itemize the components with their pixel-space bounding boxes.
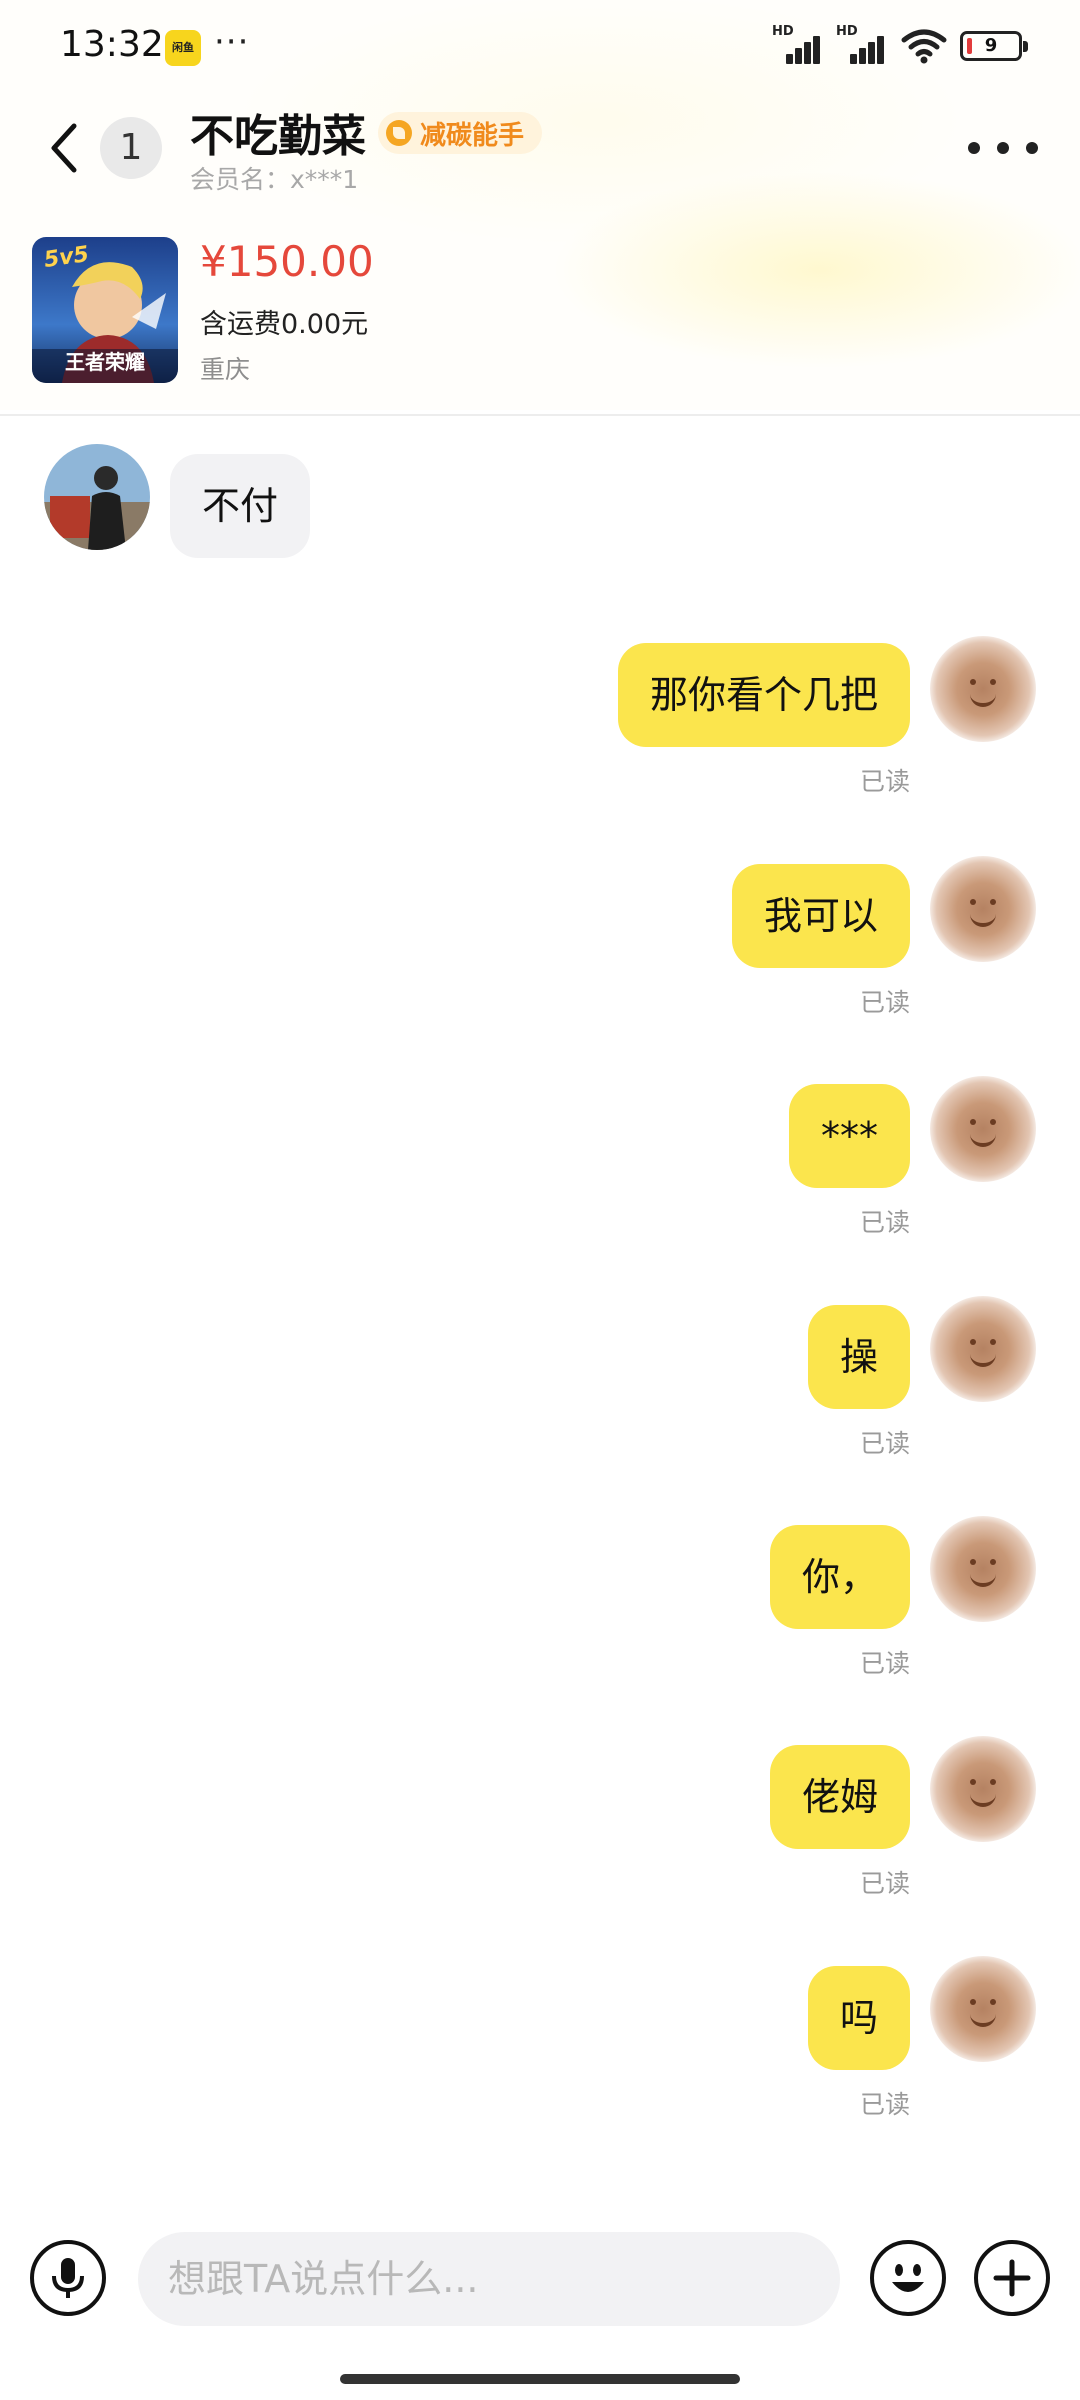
- unread-count-badge[interactable]: 1: [100, 117, 162, 179]
- avatar[interactable]: [930, 1956, 1036, 2062]
- low-carbon-badge[interactable]: 减碳能手: [378, 112, 543, 154]
- leaf-icon: [386, 120, 412, 146]
- chat-screen: 13:32 闲鱼 ··· HD HD 9 1 不吃勤菜 减碳能手 会员名：x**…: [0, 0, 1080, 2400]
- battery-icon: 9: [960, 31, 1028, 61]
- message-bubble[interactable]: 操: [807, 1305, 910, 1409]
- message-bubble[interactable]: 那你看个几把: [617, 643, 910, 747]
- message-bubble[interactable]: 吗: [807, 1966, 910, 2070]
- low-carbon-badge-label: 减碳能手: [420, 120, 525, 151]
- home-indicator[interactable]: [340, 2374, 740, 2384]
- plus-icon[interactable]: [974, 2240, 1050, 2316]
- status-right-group: HD HD 9: [772, 24, 1028, 64]
- message-bubble[interactable]: 我可以: [731, 864, 910, 968]
- read-status: 已读: [859, 1208, 910, 1237]
- avatar[interactable]: [930, 636, 1036, 742]
- signal-hd-label: HD: [836, 24, 858, 39]
- emoji-icon[interactable]: [870, 2240, 946, 2316]
- app-notification-icon: 闲鱼: [165, 30, 201, 66]
- status-more-indicator: ···: [214, 22, 250, 62]
- shipping-info: 含运费0.00元: [200, 309, 369, 340]
- read-status: 已读: [859, 988, 910, 1017]
- product-location: 重庆: [200, 355, 251, 384]
- divider: [0, 414, 1080, 416]
- read-status: 已读: [859, 1649, 910, 1678]
- avatar[interactable]: [930, 1736, 1036, 1842]
- chevron-left-icon[interactable]: [40, 118, 90, 178]
- avatar[interactable]: [930, 1296, 1036, 1402]
- more-dots-icon[interactable]: [968, 118, 1038, 178]
- message-bubble[interactable]: 佬姆: [769, 1745, 910, 1849]
- signal-icon: HD: [772, 24, 824, 64]
- read-status: 已读: [859, 767, 910, 796]
- message-bubble[interactable]: ***: [789, 1084, 910, 1188]
- message-bubble[interactable]: 你，: [769, 1525, 910, 1629]
- message-input[interactable]: [138, 2232, 840, 2326]
- game-title: 王者荣耀: [65, 350, 145, 374]
- read-status: 已读: [859, 1869, 910, 1898]
- product-thumbnail[interactable]: 5v5 王者荣耀: [32, 237, 178, 383]
- avatar[interactable]: [44, 444, 150, 550]
- message-bubble[interactable]: 不付: [170, 454, 311, 558]
- signal-hd-label: HD: [772, 24, 794, 39]
- avatar[interactable]: [930, 1516, 1036, 1622]
- signal-icon: HD: [836, 24, 888, 64]
- product-price: ¥150.00: [200, 237, 374, 286]
- status-time: 13:32: [60, 24, 164, 65]
- contact-nickname[interactable]: 不吃勤菜: [190, 100, 366, 164]
- wifi-icon: [901, 29, 947, 64]
- read-status: 已读: [859, 1429, 910, 1458]
- avatar[interactable]: [930, 856, 1036, 962]
- status-bar: 13:32 闲鱼 ··· HD HD 9: [0, 0, 1080, 100]
- avatar[interactable]: [930, 1076, 1036, 1182]
- read-status: 已读: [859, 2090, 910, 2119]
- member-name: 会员名：x***1: [190, 165, 359, 194]
- battery-level: 9: [984, 35, 998, 56]
- microphone-icon[interactable]: [30, 2240, 106, 2316]
